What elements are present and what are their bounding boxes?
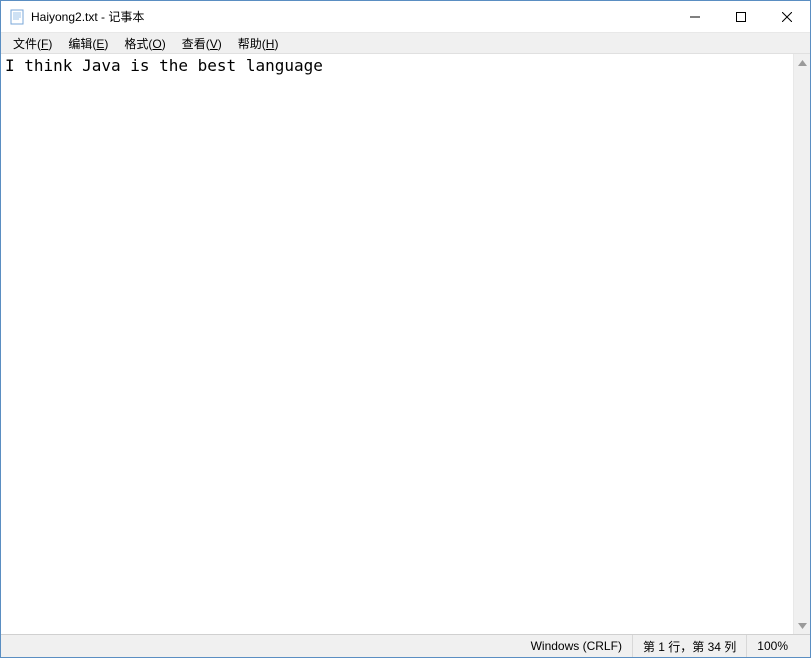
menu-edit[interactable]: 编辑(E) [60, 34, 116, 53]
content-area: I think Java is the best language [1, 54, 810, 634]
minimize-button[interactable] [672, 1, 718, 32]
text-editor[interactable]: I think Java is the best language [1, 54, 793, 634]
status-zoom: 100% [746, 635, 808, 657]
notepad-window: Haiyong2.txt - 记事本 文件(F) 编辑(E) 格式(O) 查看(… [0, 0, 811, 658]
menu-view[interactable]: 查看(V) [174, 34, 230, 53]
close-button[interactable] [764, 1, 810, 32]
app-icon [9, 9, 25, 25]
status-encoding: Windows (CRLF) [521, 635, 632, 657]
maximize-button[interactable] [718, 1, 764, 32]
menu-help[interactable]: 帮助(H) [230, 34, 287, 53]
scroll-up-icon[interactable] [794, 54, 811, 71]
vertical-scrollbar[interactable] [793, 54, 810, 634]
menubar: 文件(F) 编辑(E) 格式(O) 查看(V) 帮助(H) [1, 33, 810, 54]
window-title: Haiyong2.txt - 记事本 [31, 8, 672, 25]
status-position: 第 1 行，第 34 列 [632, 635, 746, 657]
menu-file[interactable]: 文件(F) [5, 34, 60, 53]
window-controls [672, 1, 810, 32]
menu-format[interactable]: 格式(O) [116, 34, 173, 53]
statusbar: Windows (CRLF) 第 1 行，第 34 列 100% [1, 634, 810, 657]
scroll-down-icon[interactable] [794, 617, 811, 634]
titlebar[interactable]: Haiyong2.txt - 记事本 [1, 1, 810, 33]
